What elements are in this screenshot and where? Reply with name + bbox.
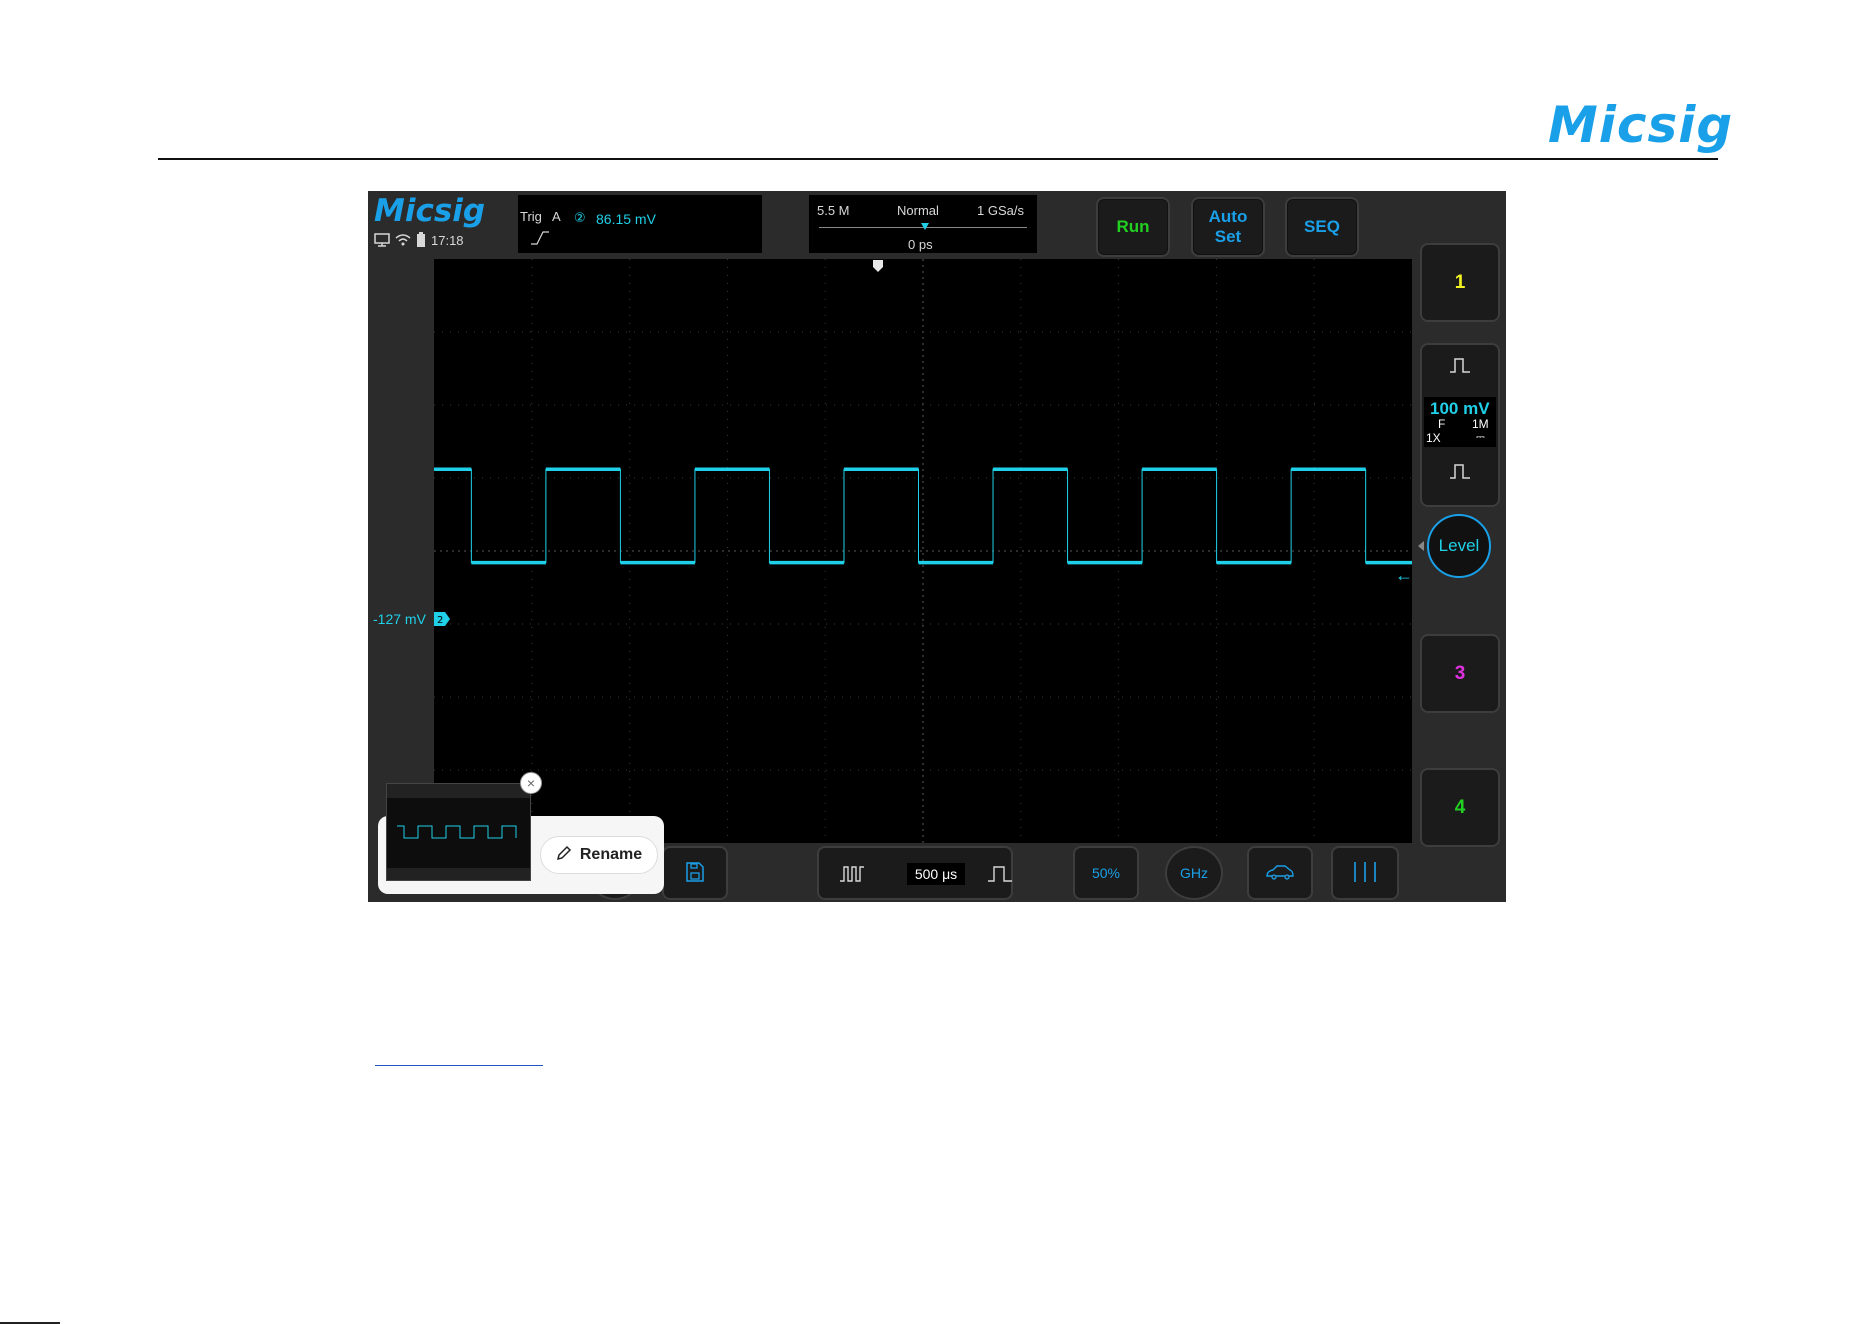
hyperlink-underline[interactable] <box>375 1065 543 1066</box>
level-pointer-icon <box>1418 541 1424 551</box>
rising-edge-icon <box>530 231 550 248</box>
timebase-value: 500 μs <box>907 863 965 885</box>
scope-logo: Micsig <box>374 193 486 229</box>
trigger-level-arrow[interactable]: ← <box>1395 565 1413 586</box>
ch2-settings: 100 mV F 1M 1X ⎓ <box>1424 397 1496 447</box>
oscilloscope-screen: Micsig 17:18 Trig A ② 86.15 mV 5.5 M Nor… <box>368 191 1506 902</box>
run-button[interactable]: Run <box>1096 197 1170 257</box>
seq-button[interactable]: SEQ <box>1285 197 1359 257</box>
waveform-grid[interactable] <box>434 259 1412 843</box>
car-icon <box>1265 864 1295 883</box>
acquisition-panel[interactable]: 5.5 M Normal 1 GSa/s 0 ps <box>809 195 1037 253</box>
expand-pulse-icon <box>987 864 1013 885</box>
screenshot-thumbnail[interactable] <box>386 783 531 881</box>
channel-2-button[interactable]: 100 mV F 1M 1X ⎓ <box>1420 343 1500 507</box>
memory-depth: 5.5 M <box>817 203 850 218</box>
cursor-button[interactable] <box>1331 846 1399 900</box>
close-icon[interactable]: × <box>520 772 542 794</box>
clock-text: 17:18 <box>431 232 464 248</box>
rename-button[interactable]: Rename <box>540 836 658 874</box>
rename-label: Rename <box>579 846 643 863</box>
trigger-panel[interactable]: Trig A ② 86.15 mV <box>518 195 762 253</box>
trigger-source: A <box>552 209 561 224</box>
ch2-scale: 100 mV <box>1430 399 1490 418</box>
ch2-offset-marker[interactable]: 2 <box>434 612 450 626</box>
svg-text:2: 2 <box>437 615 443 626</box>
battery-icon <box>416 232 426 248</box>
wifi-icon <box>395 233 411 247</box>
sample-rate: 1 GSa/s <box>977 203 1024 218</box>
pencil-icon <box>556 845 572 866</box>
save-icon <box>685 861 705 886</box>
channel-4-button[interactable]: 4 <box>1420 768 1500 847</box>
memory-position-marker <box>921 223 929 230</box>
trigger-position-marker[interactable] <box>873 259 883 272</box>
car-icon-button[interactable] <box>1247 846 1313 900</box>
ch2-offset-label: -127 mV <box>373 611 426 627</box>
dc-coupling-icon: ⎓ <box>1476 431 1485 443</box>
frequency-button[interactable]: GHz <box>1165 846 1223 900</box>
pulse-icon <box>1448 357 1472 378</box>
channel-3-button[interactable]: 3 <box>1420 634 1500 713</box>
channel-1-button[interactable]: 1 <box>1420 243 1500 322</box>
ch2-probe: 1X <box>1426 431 1441 445</box>
monitor-icon <box>374 233 390 247</box>
status-row: 17:18 <box>374 231 464 249</box>
brand-logo: Micsig <box>1548 96 1734 154</box>
trigger-level-value: 86.15 mV <box>596 211 656 227</box>
ch2-coupling-mode: F <box>1438 417 1446 431</box>
trigger-mode: Normal <box>897 203 939 218</box>
header-rule <box>158 158 1718 160</box>
save-button[interactable] <box>662 846 728 900</box>
auto-set-button[interactable]: Auto Set <box>1191 197 1265 257</box>
grid-svg <box>434 259 1412 843</box>
pulse-icon <box>1448 463 1472 484</box>
fifty-percent-button[interactable]: 50% <box>1073 846 1139 900</box>
level-button[interactable]: Level <box>1427 514 1491 578</box>
horizontal-offset: 0 ps <box>908 237 933 252</box>
trigger-label: Trig <box>520 209 542 224</box>
compress-pulse-icon <box>839 864 865 885</box>
trigger-channel: ② <box>574 210 586 225</box>
cursor-lines-icon <box>1350 861 1380 886</box>
ch2-impedance: 1M <box>1472 417 1489 431</box>
